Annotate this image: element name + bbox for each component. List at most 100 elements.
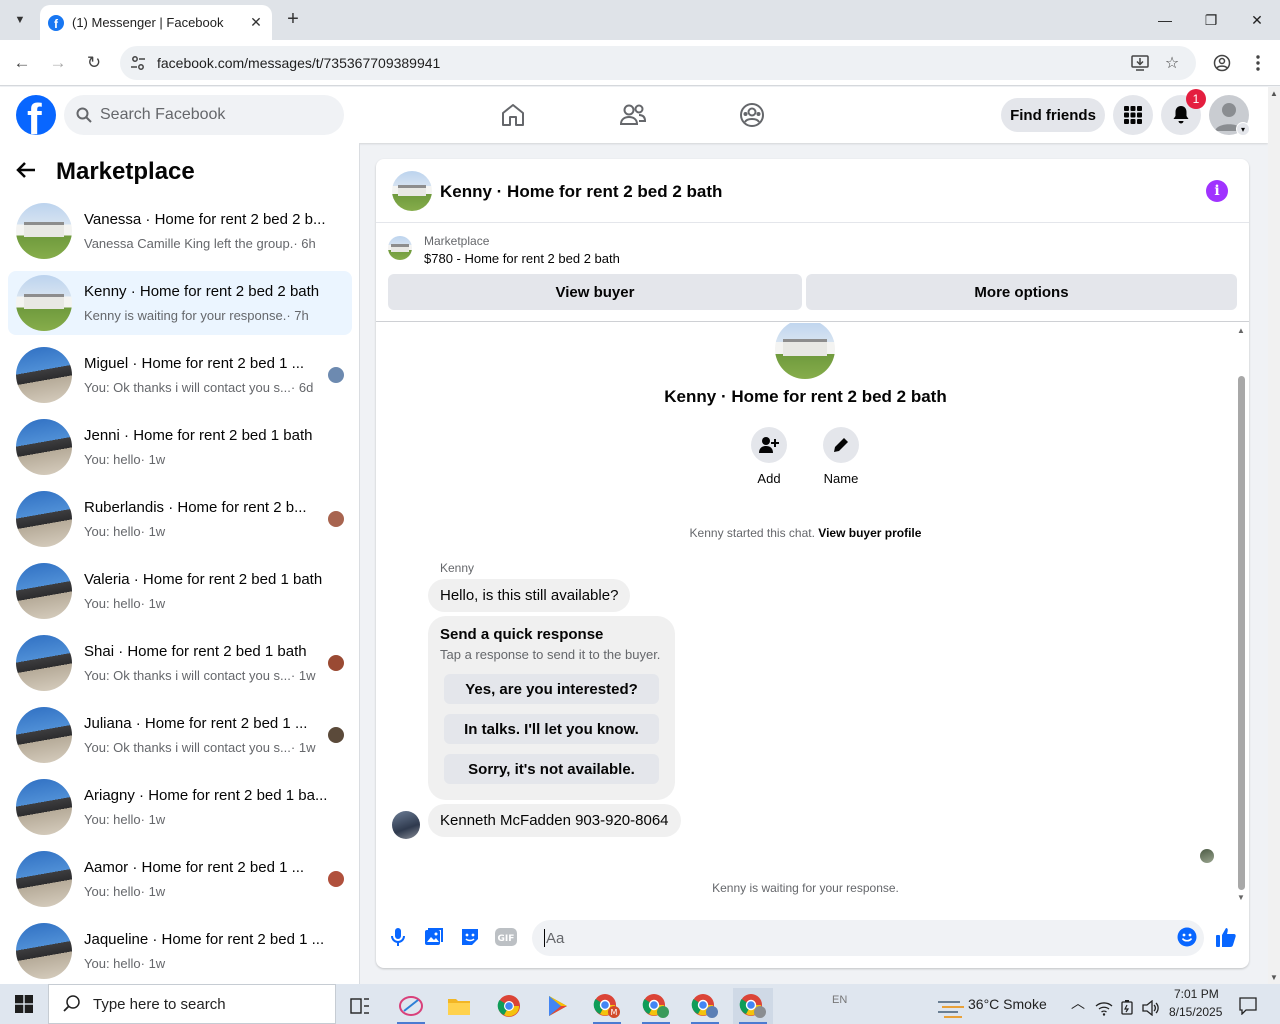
- add-people-button[interactable]: Add: [751, 427, 787, 486]
- sticker-icon[interactable]: [459, 926, 481, 948]
- conversation-item[interactable]: Miguel · Home for rent 2 bed 1 ... You: O…: [8, 343, 352, 407]
- groups-nav-icon[interactable]: [736, 99, 768, 131]
- chrome-menu-icon[interactable]: [1246, 51, 1270, 75]
- scroll-down-arrow-icon[interactable]: ▼: [1270, 973, 1278, 982]
- more-options-button[interactable]: More options: [806, 274, 1237, 310]
- message-bubble[interactable]: Hello, is this still available?: [428, 579, 631, 612]
- windows-taskbar: Type here to search M EN 36°C Smoke ︿ 7:…: [0, 984, 1280, 1024]
- emoji-smiley-icon[interactable]: [1176, 926, 1198, 948]
- microphone-icon[interactable]: [387, 926, 409, 948]
- menu-grid-icon[interactable]: [1113, 95, 1153, 135]
- thumbs-up-icon[interactable]: [1215, 926, 1237, 948]
- account-chevron-down-icon[interactable]: ▾: [1236, 122, 1250, 136]
- name-chat-button[interactable]: Name: [823, 427, 859, 486]
- scrollbar-thumb[interactable]: [1238, 376, 1245, 890]
- conversation-item[interactable]: Jenni · Home for rent 2 bed 1 bath You: h…: [8, 415, 352, 479]
- taskbar-app-chrome-icon[interactable]: [489, 988, 529, 1024]
- taskbar-app-file-explorer-icon[interactable]: [439, 988, 479, 1024]
- conversation-item[interactable]: Ariagny · Home for rent 2 bed 1 ba... You…: [8, 775, 352, 839]
- quick-reply-yes-button[interactable]: Yes, are you interested?: [444, 674, 659, 704]
- site-settings-icon[interactable]: [130, 55, 146, 71]
- conversation-title: Vanessa · Home for rent 2 bed 2 b...: [84, 211, 326, 228]
- conversation-thumbnail: [16, 491, 72, 547]
- conversation-item[interactable]: Valeria · Home for rent 2 bed 1 bath You:…: [8, 559, 352, 623]
- back-arrow-icon[interactable]: ←: [10, 51, 34, 75]
- minimize-icon[interactable]: —: [1142, 0, 1188, 40]
- conversation-time: · 1w: [140, 884, 166, 899]
- view-buyer-button[interactable]: View buyer: [388, 274, 802, 310]
- quick-reply-in-talks-button[interactable]: In talks. I'll let you know.: [444, 714, 659, 744]
- add-person-icon: [759, 437, 779, 453]
- weather-smoke-icon[interactable]: [930, 990, 970, 1024]
- clock-time[interactable]: 7:01 PM: [1174, 987, 1219, 1001]
- sender-avatar[interactable]: [392, 811, 420, 839]
- tab-search-chevron-icon[interactable]: ▼: [8, 8, 32, 32]
- conversation-thumbnail: [16, 563, 72, 619]
- pencil-icon: [834, 438, 848, 452]
- back-arrow-icon[interactable]: [16, 159, 48, 185]
- forward-arrow-icon[interactable]: →: [46, 51, 70, 75]
- quick-response-title: Send a quick response: [440, 626, 604, 643]
- conversation-info-icon[interactable]: i: [1206, 180, 1228, 202]
- show-hidden-icons-chevron-icon[interactable]: ︿: [1071, 993, 1085, 1013]
- conversation-time: · 1w: [290, 740, 316, 755]
- install-app-icon[interactable]: [1130, 53, 1150, 73]
- gif-icon[interactable]: GIF: [495, 926, 517, 948]
- conversation-item[interactable]: Jaqueline · Home for rent 2 bed 1 ... You…: [8, 919, 352, 983]
- weather-text[interactable]: 36°C Smoke: [968, 996, 1047, 1012]
- facebook-logo-icon[interactable]: f: [16, 95, 56, 135]
- scroll-down-arrow-icon[interactable]: ▼: [1237, 893, 1245, 902]
- new-tab-plus-icon[interactable]: +: [282, 8, 304, 32]
- conversation-title: Valeria · Home for rent 2 bed 1 bath: [84, 571, 323, 588]
- language-indicator[interactable]: EN: [832, 994, 847, 1006]
- omnibox[interactable]: facebook.com/messages/t/735367709389941 …: [120, 46, 1196, 80]
- conversation-item[interactable]: Ruberlandis · Home for rent 2 b... You: h…: [8, 487, 352, 551]
- conversation-item[interactable]: Aamor · Home for rent 2 bed 1 ... You: he…: [8, 847, 352, 911]
- scroll-up-arrow-icon[interactable]: ▲: [1237, 326, 1245, 335]
- chat-thumbnail[interactable]: [392, 171, 432, 211]
- facebook-search-input[interactable]: Search Facebook: [64, 95, 344, 135]
- taskbar-app-chrome-profile-4-icon[interactable]: [733, 988, 773, 1024]
- quick-reply-not-available-button[interactable]: Sorry, it's not available.: [444, 754, 659, 784]
- conversation-thumbnail: [16, 923, 72, 979]
- notification-center-icon[interactable]: [1228, 988, 1268, 1024]
- bookmark-star-icon[interactable]: ☆: [1162, 53, 1182, 73]
- taskbar-app-snipping-icon[interactable]: [391, 988, 431, 1024]
- message-input[interactable]: Aa: [532, 920, 1204, 956]
- friends-nav-icon[interactable]: [617, 99, 649, 131]
- item-thumbnail[interactable]: [388, 236, 412, 260]
- taskbar-app-chrome-profile-3-icon[interactable]: [685, 988, 725, 1024]
- browser-tab-messenger[interactable]: f (1) Messenger | Facebook ✕: [40, 5, 272, 40]
- thread-scrollbar[interactable]: ▲ ▼: [1234, 324, 1249, 904]
- scroll-up-arrow-icon[interactable]: ▲: [1270, 89, 1278, 98]
- conversation-item[interactable]: Juliana · Home for rent 2 bed 1 ... You: …: [8, 703, 352, 767]
- facebook-header: f Search Facebook Find friends: [0, 87, 1268, 143]
- taskbar-search-input[interactable]: Type here to search: [48, 984, 336, 1024]
- restore-icon[interactable]: ❐: [1188, 0, 1234, 40]
- taskbar-app-chrome-profile-m-icon[interactable]: M: [587, 988, 627, 1024]
- chat-title[interactable]: Kenny · Home for rent 2 bed 2 bath: [440, 182, 722, 202]
- tab-close-icon[interactable]: ✕: [248, 14, 264, 31]
- conversation-item[interactable]: Shai · Home for rent 2 bed 1 bath You: Ok…: [8, 631, 352, 695]
- task-view-icon[interactable]: [340, 988, 380, 1024]
- home-nav-icon[interactable]: [497, 99, 529, 131]
- message-bubble[interactable]: Kenneth McFadden 903-920-8064: [428, 804, 681, 837]
- taskbar-app-chrome-profile-2-icon[interactable]: [636, 988, 676, 1024]
- seen-indicator-avatar: [328, 511, 344, 527]
- view-buyer-profile-link[interactable]: View buyer profile: [818, 526, 921, 540]
- conversation-title: Jenni · Home for rent 2 bed 1 bath: [84, 427, 313, 444]
- clock-date[interactable]: 8/15/2025: [1169, 1005, 1222, 1019]
- taskbar-app-play-store-icon[interactable]: [538, 988, 578, 1024]
- reload-icon[interactable]: ↻: [82, 51, 106, 75]
- volume-speaker-icon[interactable]: [1137, 990, 1165, 1024]
- window-close-icon[interactable]: ✕: [1234, 0, 1280, 40]
- windows-start-icon[interactable]: [0, 984, 48, 1024]
- conversation-preview: Vanessa Camille King left the group.· 6h: [84, 236, 332, 251]
- conversation-item[interactable]: Vanessa · Home for rent 2 bed 2 b... Vane…: [8, 199, 352, 263]
- photo-attach-icon[interactable]: [423, 926, 445, 948]
- find-friends-button[interactable]: Find friends: [1001, 98, 1105, 132]
- conversation-item[interactable]: Kenny · Home for rent 2 bed 2 bath Kenny …: [8, 271, 352, 335]
- page-scrollbar[interactable]: ▲ ▼: [1268, 87, 1280, 984]
- chrome-profile-icon[interactable]: [1210, 51, 1234, 75]
- listing-title[interactable]: $780 - Home for rent 2 bed 2 bath: [424, 251, 620, 266]
